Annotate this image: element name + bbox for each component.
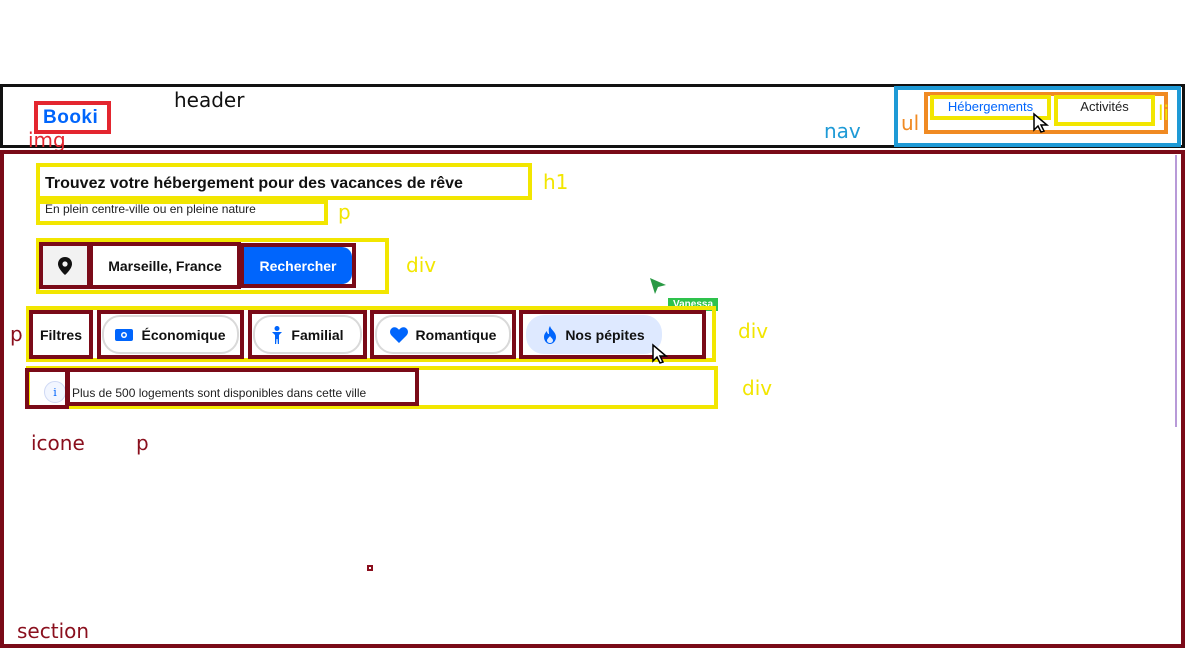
annotation-li: li <box>1158 101 1170 125</box>
annotation-p-info: p <box>136 431 149 455</box>
mouse-cursor-icon <box>1033 112 1050 133</box>
page-subtitle: En plein centre-ville ou en pleine natur… <box>45 202 256 216</box>
filter-chip-romantique-box <box>370 310 516 359</box>
info-icon-box <box>25 368 69 409</box>
annotation-header: header <box>174 88 245 112</box>
filters-label-box <box>29 310 93 359</box>
collaborator-cursor-icon <box>650 278 666 294</box>
scroll-track <box>1175 155 1177 427</box>
annotation-ul: ul <box>901 111 920 135</box>
annotation-section: section <box>17 619 90 643</box>
filter-chip-economique-box <box>97 310 244 359</box>
annotation-p-subtitle: p <box>338 200 351 224</box>
annotation-p-filters: p <box>10 322 23 346</box>
location-pin-box <box>39 242 91 289</box>
search-input-box <box>89 242 241 289</box>
annotation-div-filters: div <box>738 319 769 343</box>
page-title: Trouvez votre hébergement pour des vacan… <box>45 175 463 192</box>
annotation-h1: h1 <box>543 170 569 194</box>
nav-link-activites[interactable]: Activités <box>1054 99 1155 114</box>
annotation-div-search: div <box>406 253 437 277</box>
annotation-marker <box>367 565 373 571</box>
annotation-nav: nav <box>824 119 861 143</box>
logo[interactable]: Booki <box>43 107 98 129</box>
annotation-img: img <box>28 128 66 152</box>
mouse-cursor-icon <box>652 343 669 364</box>
search-button-box <box>240 243 356 288</box>
annotation-icone: icone <box>31 431 85 455</box>
annotation-div-info: div <box>742 376 773 400</box>
filter-chip-familial-box <box>248 310 367 359</box>
info-text-box <box>66 368 419 406</box>
filter-chip-nos-pepites-box <box>519 310 706 359</box>
